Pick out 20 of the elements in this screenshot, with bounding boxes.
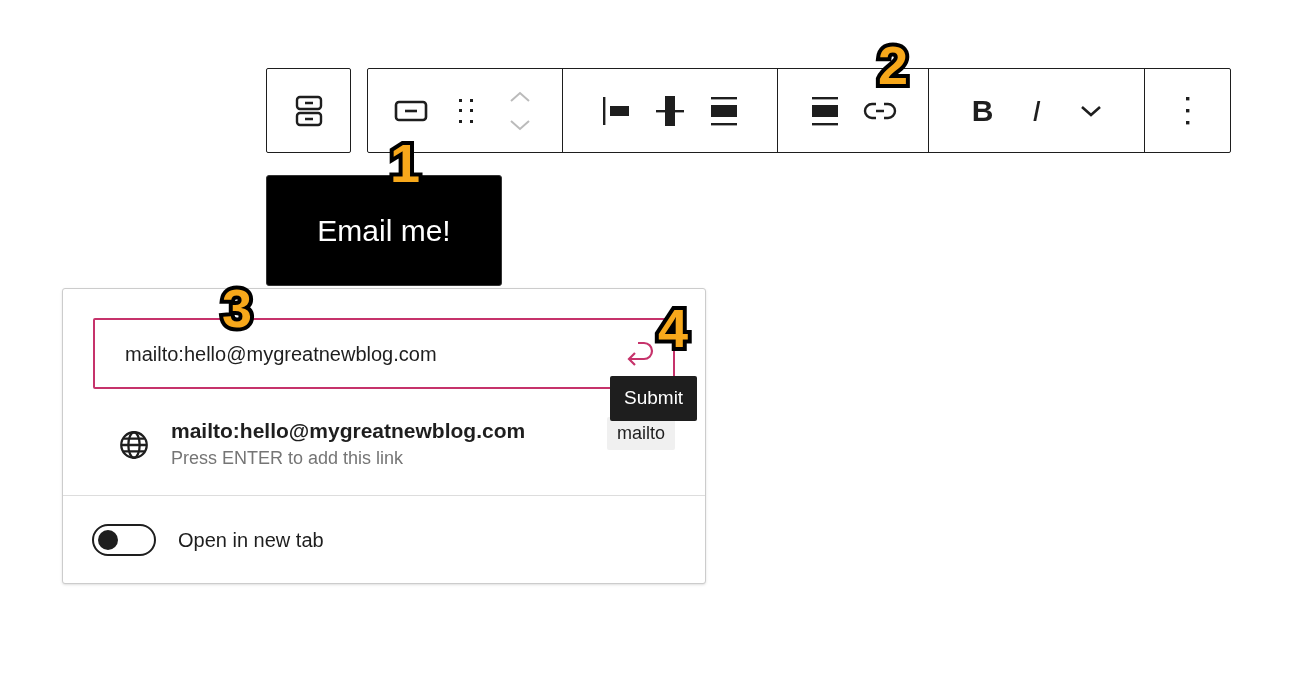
justify-stretch-icon: [710, 95, 738, 126]
italic-button[interactable]: I: [1020, 86, 1053, 135]
globe-icon: [117, 428, 151, 462]
buttons-icon: [293, 93, 324, 128]
submit-tooltip: Submit: [610, 376, 698, 421]
url-input-field[interactable]: mailto:hello@mygreatnewblog.com: [125, 338, 621, 369]
more-options-icon: [1184, 95, 1191, 126]
block-switcher-button[interactable]: [266, 68, 351, 153]
suggestion-title: mailto:hello@mygreatnewblog.com: [171, 418, 527, 444]
toggle-switch[interactable]: [92, 523, 156, 556]
move-arrows-icon: [508, 89, 532, 132]
suggestion-hint: Press ENTER to add this link: [171, 447, 405, 470]
justify-stretch-icon: [811, 95, 839, 126]
drag-handle-icon: [458, 97, 474, 124]
toggle-label: Open in new tab: [178, 527, 324, 553]
button-icon: [394, 99, 428, 122]
chevron-down-icon: [1079, 104, 1102, 117]
bold-button[interactable]: B: [966, 86, 999, 135]
justify-center-icon: [655, 93, 685, 128]
justify-left-icon: [601, 95, 631, 126]
